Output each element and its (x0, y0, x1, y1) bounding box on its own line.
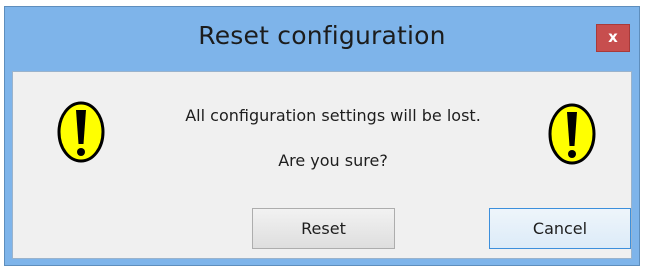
close-icon: x (608, 28, 618, 46)
dialog-titlebar[interactable]: Reset configuration x (5, 7, 639, 71)
dialog-content: All configuration settings will be lost.… (12, 71, 632, 259)
warning-icon (57, 101, 105, 163)
reset-config-dialog: Reset configuration x All configuration … (4, 6, 640, 266)
close-button[interactable]: x (596, 24, 630, 52)
reset-button[interactable]: Reset (252, 208, 395, 249)
message-line-2: Are you sure? (278, 151, 388, 170)
message-line-1: All configuration settings will be lost. (185, 106, 481, 125)
warning-icon (548, 103, 596, 165)
dialog-title: Reset configuration (198, 21, 446, 50)
cancel-button[interactable]: Cancel (489, 208, 631, 249)
